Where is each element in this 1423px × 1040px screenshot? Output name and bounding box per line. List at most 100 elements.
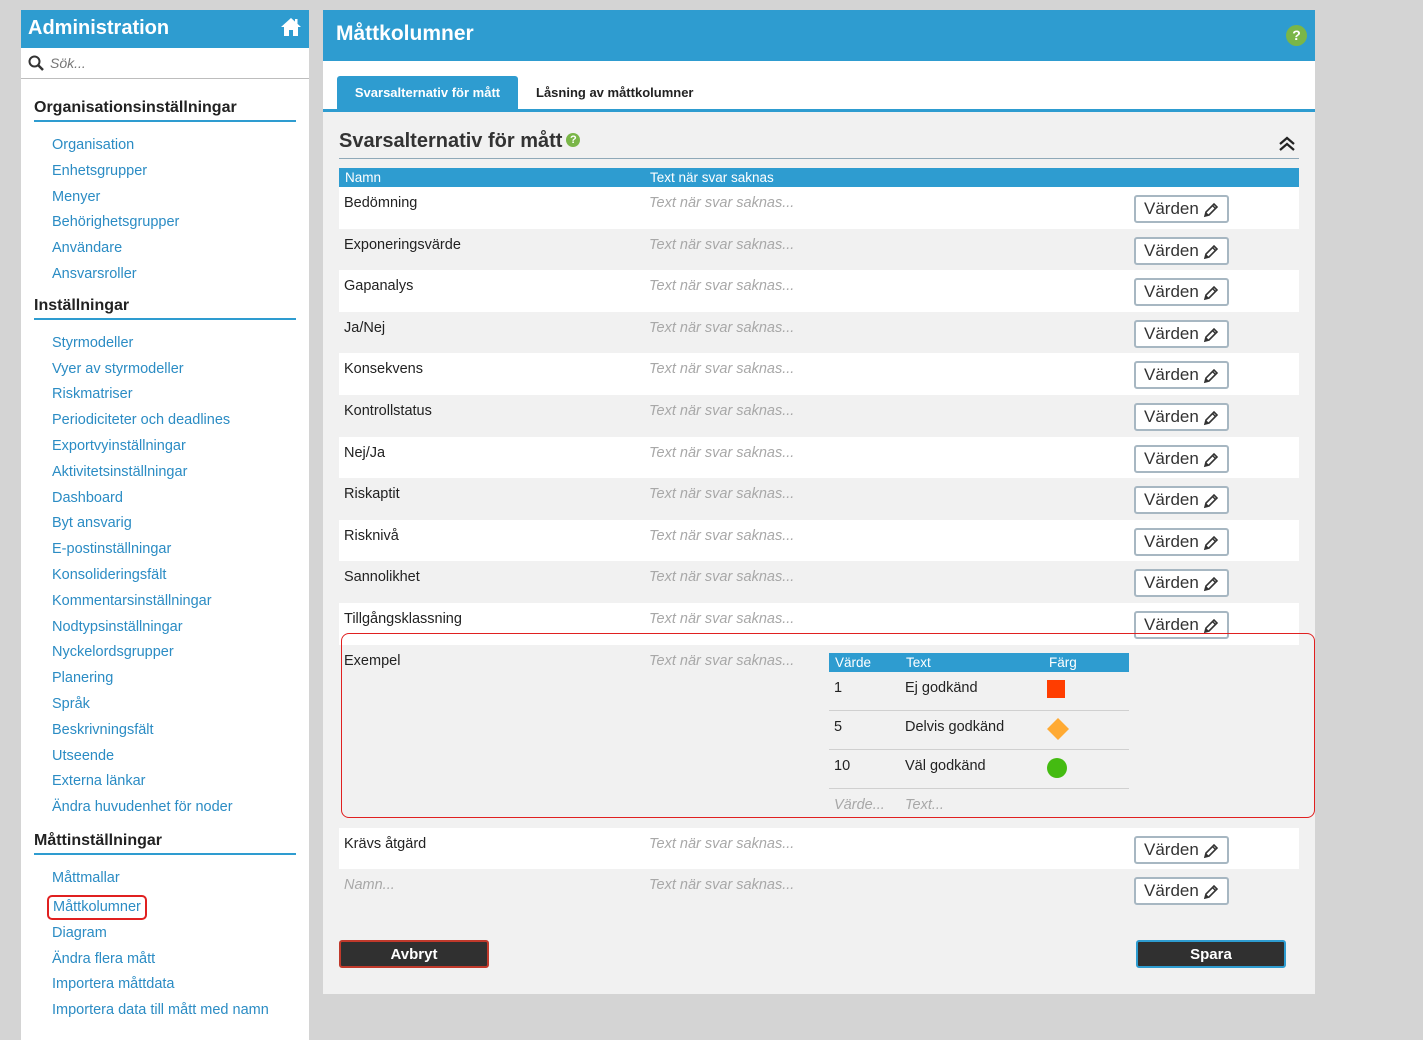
row-name[interactable]: Kontrollstatus bbox=[344, 403, 432, 419]
missing-text-input[interactable]: Text när svar saknas... bbox=[649, 653, 794, 669]
missing-text-input[interactable]: Text när svar saknas... bbox=[649, 528, 794, 544]
missing-text-input[interactable]: Text när svar saknas... bbox=[649, 486, 794, 502]
sidebar-item-nodtypsinstallningar[interactable]: Nodtypsinställningar bbox=[52, 618, 309, 644]
sidebar-search-input[interactable] bbox=[48, 54, 288, 72]
sidebar-item-importera-mattdata[interactable]: Importera måttdata bbox=[52, 975, 309, 1001]
text-cell[interactable]: Ej godkänd bbox=[905, 680, 978, 696]
row-name[interactable]: Exempel bbox=[344, 653, 400, 669]
sidebar-item-styrmodeller[interactable]: Styrmodeller bbox=[52, 334, 309, 360]
sidebar-item-e-postinstallningar[interactable]: E-postinställningar bbox=[52, 540, 309, 566]
sidebar-item-periodiciteter[interactable]: Periodiciteter och deadlines bbox=[52, 411, 309, 437]
missing-text-input[interactable]: Text när svar saknas... bbox=[649, 569, 794, 585]
row-name[interactable]: Exponeringsvärde bbox=[344, 237, 461, 253]
varden-label: Värden bbox=[1144, 323, 1199, 343]
varden-button[interactable]: Värden bbox=[1134, 278, 1229, 307]
missing-text-input[interactable]: Text när svar saknas... bbox=[649, 320, 794, 336]
sidebar-item-mattkolumner[interactable]: Måttkolumner bbox=[47, 894, 147, 920]
color-swatch-diamond[interactable] bbox=[1046, 717, 1070, 741]
save-button[interactable]: Spara bbox=[1136, 940, 1286, 968]
varden-button[interactable]: Värden bbox=[1134, 361, 1229, 390]
varden-button[interactable]: Värden bbox=[1134, 835, 1229, 864]
missing-text-input[interactable]: Text när svar saknas... bbox=[649, 361, 794, 377]
sidebar-item-byt-ansvarig[interactable]: Byt ansvarig bbox=[52, 514, 309, 540]
sidebar-item-sprak[interactable]: Språk bbox=[52, 695, 309, 721]
sidebar-item-vyer-av-styrmodeller[interactable]: Vyer av styrmodeller bbox=[52, 360, 309, 386]
missing-text-input[interactable]: Text när svar saknas... bbox=[649, 877, 794, 893]
varden-button[interactable]: Värden bbox=[1134, 486, 1229, 515]
help-icon[interactable]: ? bbox=[1286, 25, 1307, 46]
row-name[interactable]: Konsekvens bbox=[344, 361, 423, 377]
sidebar-item-menyer[interactable]: Menyer bbox=[52, 188, 309, 214]
varden-button[interactable]: Värden bbox=[1134, 610, 1229, 639]
sidebar-item-andra-huvudenhet[interactable]: Ändra huvudenhet för noder bbox=[52, 798, 309, 824]
missing-text-input[interactable]: Text när svar saknas... bbox=[649, 445, 794, 461]
varden-button[interactable]: Värden bbox=[1134, 236, 1229, 265]
sidebar-item-externa-lankar[interactable]: Externa länkar bbox=[52, 772, 309, 798]
row-name[interactable]: Ja/Nej bbox=[344, 320, 385, 336]
value-cell[interactable]: 1 bbox=[834, 680, 842, 696]
tab-lasning[interactable]: Låsning av måttkolumner bbox=[536, 76, 693, 109]
sidebar-item-diagram[interactable]: Diagram bbox=[52, 924, 309, 950]
collapse-icon[interactable] bbox=[1278, 135, 1296, 158]
sidebar-item-behorighetsgrupper[interactable]: Behörighetsgrupper bbox=[52, 213, 309, 239]
sidebar-item-nyckelordsgrupper[interactable]: Nyckelordsgrupper bbox=[52, 643, 309, 669]
missing-text-input[interactable]: Text när svar saknas... bbox=[649, 195, 794, 211]
sidebar-item-andra-flera-matt[interactable]: Ändra flera mått bbox=[52, 950, 309, 976]
varden-button[interactable]: Värden bbox=[1134, 444, 1229, 473]
row-name[interactable]: Riskaptit bbox=[344, 486, 400, 502]
home-icon[interactable] bbox=[280, 17, 302, 43]
varden-button[interactable]: Värden bbox=[1134, 319, 1229, 348]
row-name[interactable]: Gapanalys bbox=[344, 278, 413, 294]
cancel-button[interactable]: Avbryt bbox=[339, 940, 489, 968]
sidebar-item-dashboard[interactable]: Dashboard bbox=[52, 489, 309, 515]
sidebar-item-importera-data-namn[interactable]: Importera data till mått med namn bbox=[52, 1001, 309, 1027]
content-area: Svarsalternativ för mått? Namn Text när … bbox=[339, 130, 1299, 911]
sidebar-item-ansvarsroller[interactable]: Ansvarsroller bbox=[52, 265, 309, 291]
text-cell[interactable]: Delvis godkänd bbox=[905, 719, 1004, 735]
missing-text-input[interactable]: Text när svar saknas... bbox=[649, 278, 794, 294]
sidebar-item-enhetsgrupper[interactable]: Enhetsgrupper bbox=[52, 162, 309, 188]
missing-text-input[interactable]: Text när svar saknas... bbox=[649, 836, 794, 852]
tab-bar: Svarsalternativ för mått Låsning av mått… bbox=[323, 61, 1315, 112]
new-value-input[interactable]: Värde... bbox=[834, 797, 885, 813]
table-row: Gapanalys Text när svar saknas... Värden bbox=[339, 270, 1299, 312]
row-name[interactable]: Namn... bbox=[344, 877, 395, 893]
sidebar-item-aktivitetsinstallningar[interactable]: Aktivitetsinställningar bbox=[52, 463, 309, 489]
sidebar-item-konsolideringsfalt[interactable]: Konsolideringsfält bbox=[52, 566, 309, 592]
sidebar-item-utseende[interactable]: Utseende bbox=[52, 747, 309, 773]
value-cell[interactable]: 5 bbox=[834, 719, 842, 735]
sidebar-item-mattmallar[interactable]: Måttmallar bbox=[52, 869, 309, 895]
sidebar-header: Administration bbox=[21, 10, 309, 48]
sidebar-item-kommentarsinstallningar[interactable]: Kommentarsinställningar bbox=[52, 592, 309, 618]
varden-button[interactable]: Värden bbox=[1134, 195, 1229, 223]
varden-button[interactable]: Värden bbox=[1134, 569, 1229, 598]
sidebar-item-organisation[interactable]: Organisation bbox=[52, 136, 309, 162]
color-swatch-circle[interactable] bbox=[1046, 757, 1068, 779]
table-row: Krävs åtgärd Text när svar saknas... Värde… bbox=[339, 827, 1299, 870]
sidebar-item-beskrivningsfalt[interactable]: Beskrivningsfält bbox=[52, 721, 309, 747]
missing-text-input[interactable]: Text när svar saknas... bbox=[649, 237, 794, 253]
sidebar-item-anvandare[interactable]: Användare bbox=[52, 239, 309, 265]
value-cell[interactable]: 10 bbox=[834, 758, 850, 774]
varden-button[interactable]: Värden bbox=[1134, 527, 1229, 556]
sidebar-item-riskmatriser[interactable]: Riskmatriser bbox=[52, 385, 309, 411]
color-swatch-square[interactable] bbox=[1046, 679, 1066, 699]
table-row: Exponeringsvärde Text när svar saknas... V… bbox=[339, 228, 1299, 271]
row-name[interactable]: Tillgångsklassning bbox=[344, 611, 462, 627]
sidebar-item-planering[interactable]: Planering bbox=[52, 669, 309, 695]
section-help-icon[interactable]: ? bbox=[566, 133, 581, 147]
new-text-input[interactable]: Text... bbox=[905, 797, 944, 813]
missing-text-input[interactable]: Text när svar saknas... bbox=[649, 403, 794, 419]
row-name[interactable]: Nej/Ja bbox=[344, 445, 385, 461]
section-divider bbox=[339, 158, 1299, 159]
sidebar-item-exportvyinstallningar[interactable]: Exportvyinställningar bbox=[52, 437, 309, 463]
varden-button[interactable]: Värden bbox=[1134, 402, 1229, 431]
missing-text-input[interactable]: Text när svar saknas... bbox=[649, 611, 794, 627]
row-name[interactable]: Krävs åtgärd bbox=[344, 836, 426, 852]
row-name[interactable]: Sannolikhet bbox=[344, 569, 420, 585]
row-name[interactable]: Bedömning bbox=[344, 195, 417, 211]
varden-button[interactable]: Värden bbox=[1134, 877, 1229, 906]
row-name[interactable]: Risknivå bbox=[344, 528, 399, 544]
text-cell[interactable]: Väl godkänd bbox=[905, 758, 986, 774]
tab-svarsalternativ[interactable]: Svarsalternativ för mått bbox=[337, 76, 518, 109]
